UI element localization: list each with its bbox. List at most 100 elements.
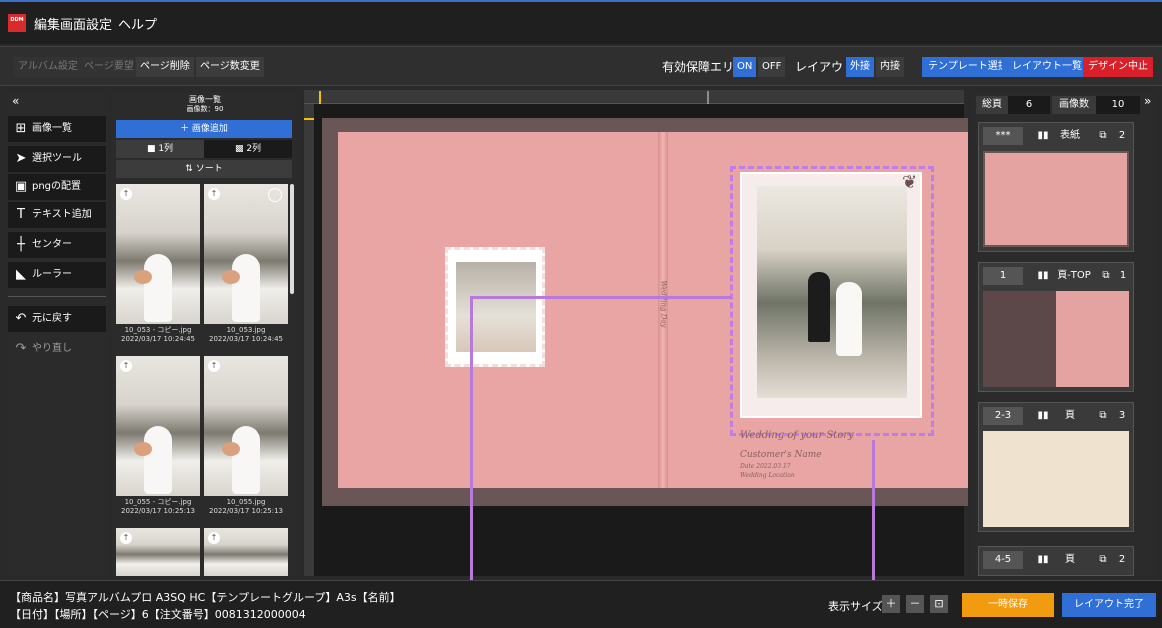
layout-inner-button[interactable]: 内接 bbox=[876, 57, 904, 77]
tool-image-list[interactable]: ⊞ 画像一覧 bbox=[8, 116, 106, 142]
add-image-button[interactable]: ＋ 画像追加 bbox=[116, 120, 292, 138]
zoom-out-button[interactable]: － bbox=[906, 595, 924, 613]
selection-rectangle[interactable] bbox=[730, 166, 934, 436]
upload-icon: ↑ bbox=[208, 188, 220, 200]
image-count: 画像数：90 bbox=[186, 105, 224, 113]
guide-line bbox=[470, 296, 732, 299]
template-select-button[interactable]: テンプレート選択 bbox=[922, 57, 1014, 77]
image-count-icon: ⧉ bbox=[1099, 554, 1107, 565]
app-logo: DDM bbox=[8, 14, 26, 32]
date-text[interactable]: Date 2022.03.17 bbox=[740, 463, 791, 470]
toolbar: アルバム設定 ページ要望 ページ削除 ページ数変更 有効保障エリア ON OFF… bbox=[0, 46, 1162, 86]
tool-ruler[interactable]: ◣ ルーラー bbox=[8, 262, 106, 288]
image-thumbnail[interactable]: ↑ bbox=[116, 184, 200, 324]
image-filename: 10_053.jpg bbox=[226, 326, 266, 334]
menu-help[interactable]: ヘルプ bbox=[118, 14, 157, 33]
select-circle-icon[interactable] bbox=[268, 188, 282, 202]
customer-name-text[interactable]: Customer's Name bbox=[740, 450, 822, 460]
image-count-label: 画像数 bbox=[1052, 96, 1096, 114]
image-thumbnail[interactable]: ↑ bbox=[116, 356, 200, 496]
upload-icon: ↑ bbox=[208, 532, 220, 544]
menu-bar: DDM 編集画面設定 ヘルプ bbox=[0, 0, 1162, 44]
image-icon: ▣ bbox=[14, 179, 28, 194]
image-date: 2022/03/17 10:24:45 bbox=[208, 335, 283, 343]
page-request-button[interactable]: ページ要望 bbox=[80, 57, 138, 77]
menu-edit-settings[interactable]: 編集画面設定 bbox=[34, 14, 112, 33]
safe-area-off-button[interactable]: OFF bbox=[758, 57, 786, 77]
tool-panel: « ⊞ 画像一覧 ➤ 選択ツール ▣ pngの配置 T テキスト追加 ┼ センター ◣ ルー… bbox=[8, 92, 108, 576]
image-thumbnail[interactable]: ↑ bbox=[204, 184, 288, 324]
sort-button[interactable]: ⇅ ソート bbox=[116, 160, 292, 178]
page-delete-button[interactable]: ページ削除 bbox=[136, 57, 194, 77]
text-icon: T bbox=[17, 207, 25, 222]
spine-script-text[interactable]: Wedding Day bbox=[659, 281, 667, 328]
page-card-2-3[interactable]: 2-3 ▮▮ 頁 ⧉ 3 bbox=[978, 402, 1134, 532]
image-thumbnail[interactable]: ↑ bbox=[204, 528, 288, 576]
page-card-id: *** bbox=[983, 127, 1023, 145]
product-info: 【商品名】写真アルバムプロ A3SQ HC【テンプレートグループ】A3s【名前】 bbox=[10, 591, 401, 604]
title-script-text[interactable]: Wedding of your Story bbox=[740, 430, 854, 441]
book-icon: ▮▮ bbox=[1037, 270, 1049, 281]
tool-label: pngの配置 bbox=[32, 181, 82, 192]
design-stop-button[interactable]: デザイン中止 bbox=[1083, 57, 1153, 77]
ruler-icon: ◣ bbox=[16, 267, 26, 282]
page-card-count: 2 bbox=[1118, 554, 1126, 565]
tool-center[interactable]: ┼ センター bbox=[8, 232, 106, 258]
album-editor-app: DDM 編集画面設定 ヘルプ アルバム設定 ページ要望 ページ削除 ページ数変更… bbox=[0, 0, 1162, 628]
one-column-button[interactable]: ■ 1列 bbox=[116, 140, 204, 158]
image-date: 2022/03/17 10:25:13 bbox=[208, 507, 283, 515]
page-card-cover[interactable]: *** ▮▮ 表紙 ⧉ 2 bbox=[978, 122, 1134, 252]
expand-panel-icon[interactable]: » bbox=[1144, 94, 1151, 108]
page-card-type: 頁 bbox=[1065, 410, 1075, 421]
tool-place-png[interactable]: ▣ pngの配置 bbox=[8, 174, 106, 200]
safe-area-on-button[interactable]: ON bbox=[733, 57, 757, 77]
layout-outer-button[interactable]: 外接 bbox=[846, 57, 874, 77]
total-pages-value: 6 bbox=[1008, 96, 1050, 114]
tool-select[interactable]: ➤ 選択ツール bbox=[8, 146, 106, 172]
temp-save-button[interactable]: 一時保存 bbox=[962, 593, 1054, 617]
book-icon: ▮▮ bbox=[1037, 410, 1049, 421]
fit-screen-icon[interactable]: ⊡ bbox=[930, 595, 948, 613]
tool-redo[interactable]: ↷ やり直し bbox=[8, 336, 106, 362]
undo-icon: ↶ bbox=[15, 311, 27, 326]
image-count-icon: ⧉ bbox=[1099, 130, 1107, 141]
two-column-button[interactable]: ▩ 2列 bbox=[204, 140, 292, 158]
page-count-change-button[interactable]: ページ数変更 bbox=[196, 57, 264, 77]
page-card-id: 1 bbox=[983, 267, 1023, 285]
pointer-icon: ➤ bbox=[15, 151, 27, 166]
tool-label: やり直し bbox=[32, 343, 72, 354]
collapse-panel-icon[interactable]: « bbox=[12, 94, 19, 108]
layout-complete-button[interactable]: レイアウト完了 bbox=[1062, 593, 1156, 617]
horizontal-ruler bbox=[304, 90, 964, 105]
center-icon: ┼ bbox=[17, 237, 25, 252]
upload-icon: ↑ bbox=[120, 188, 132, 200]
location-text[interactable]: Wedding Location bbox=[740, 472, 795, 479]
image-thumbnail[interactable]: ↑ bbox=[116, 528, 200, 576]
tool-undo[interactable]: ↶ 元に戻す bbox=[8, 306, 106, 332]
image-thumbnail[interactable]: ↑ bbox=[204, 356, 288, 496]
page-card-type: 表紙 bbox=[1060, 130, 1080, 141]
page-list-panel: 総頁 6 画像数 10 » *** ▮▮ 表紙 ⧉ 2 1 ▮▮ 頁-TOP ⧉… bbox=[972, 92, 1156, 576]
tool-label: ルーラー bbox=[32, 269, 72, 280]
tool-add-text[interactable]: T テキスト追加 bbox=[8, 202, 106, 228]
album-settings-button[interactable]: アルバム設定 bbox=[14, 57, 82, 77]
page-card-4-5[interactable]: 4-5 ▮▮ 頁 ⧉ 2 bbox=[978, 546, 1134, 576]
page-card-1[interactable]: 1 ▮▮ 頁-TOP ⧉ 1 bbox=[978, 262, 1134, 392]
page-card-count: 2 bbox=[1118, 130, 1126, 141]
total-pages-label: 総頁 bbox=[976, 96, 1008, 114]
page-preview-left bbox=[983, 291, 1056, 387]
left-photo[interactable] bbox=[456, 262, 536, 352]
image-filename: 10_055.jpg bbox=[226, 498, 266, 506]
tool-label: 元に戻す bbox=[32, 313, 72, 324]
redo-icon: ↷ bbox=[15, 341, 27, 356]
layout-list-button[interactable]: レイアウト一覧 bbox=[1002, 57, 1092, 77]
book-icon: ▮▮ bbox=[1037, 554, 1049, 565]
upload-icon: ↑ bbox=[120, 360, 132, 372]
tool-label: センター bbox=[32, 239, 72, 250]
zoom-in-button[interactable]: ＋ bbox=[882, 595, 900, 613]
scrollbar-thumb[interactable] bbox=[290, 184, 294, 294]
page-card-count: 3 bbox=[1118, 410, 1126, 421]
image-count-icon: ⧉ bbox=[1099, 410, 1107, 421]
order-info: 【日付】【場所】【ページ】6【注文番号】0081312000004 bbox=[10, 608, 306, 621]
page-card-count: 1 bbox=[1119, 270, 1127, 281]
